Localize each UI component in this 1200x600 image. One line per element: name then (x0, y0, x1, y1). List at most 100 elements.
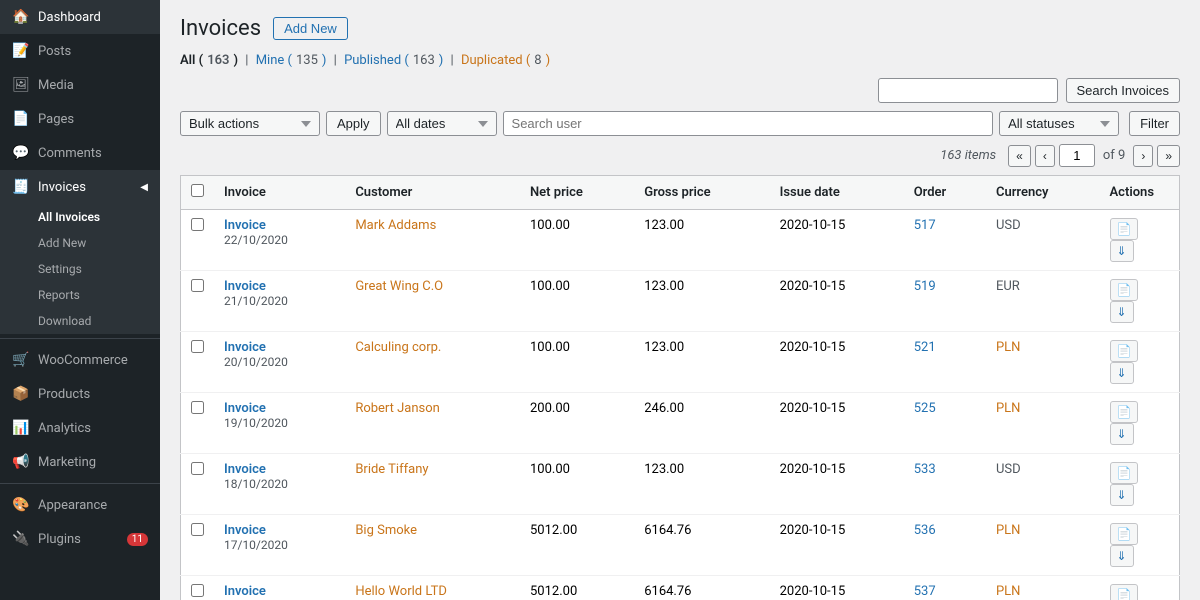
sidebar-item-woocommerce[interactable]: 🛒 WooCommerce (0, 343, 160, 377)
customer-link-0[interactable]: Mark Addams (355, 218, 436, 233)
invoice-link-4[interactable]: Invoice (224, 462, 335, 477)
search-user-input[interactable] (503, 111, 994, 136)
sidebar-item-products[interactable]: 📦 Products (0, 377, 160, 411)
col-invoice[interactable]: Invoice (214, 176, 345, 210)
order-link-3[interactable]: 525 (914, 401, 936, 416)
table-row: Invoice 22/10/2020 Mark Addams 100.00 12… (181, 210, 1180, 271)
customer-link-5[interactable]: Big Smoke (355, 523, 417, 538)
sidebar-sub-reports[interactable]: Reports (0, 282, 160, 308)
sidebar-item-label: Invoices (38, 180, 86, 195)
currency-value-0: USD (996, 218, 1021, 233)
sidebar-sub-settings[interactable]: Settings (0, 256, 160, 282)
all-dates-select[interactable]: All dates (387, 111, 497, 136)
col-order[interactable]: Order (904, 176, 986, 210)
main-content: Invoices Add New All (163) | Mine (135) … (160, 0, 1200, 600)
invoice-link-0[interactable]: Invoice (224, 218, 335, 233)
sidebar-item-posts[interactable]: 📝 Posts (0, 34, 160, 68)
row-checkbox-1[interactable] (191, 279, 204, 292)
sidebar-item-media[interactable]: 🖼 Media (0, 68, 160, 102)
currency-cell-4: USD (986, 454, 1100, 515)
action-view-btn-0[interactable]: 📄 (1110, 218, 1139, 240)
row-checkbox-3[interactable] (191, 401, 204, 414)
first-page-button[interactable]: « (1008, 145, 1031, 167)
customer-link-3[interactable]: Robert Janson (355, 401, 440, 416)
sidebar-sub-add-new[interactable]: Add New (0, 230, 160, 256)
row-checkbox-4[interactable] (191, 462, 204, 475)
invoice-cell: Invoice 19/10/2020 (214, 393, 345, 454)
invoice-link-5[interactable]: Invoice (224, 523, 335, 538)
col-customer[interactable]: Customer (345, 176, 520, 210)
sidebar-item-invoices[interactable]: 🧾 Invoices ◀ (0, 170, 160, 204)
order-link-5[interactable]: 536 (914, 523, 936, 538)
invoice-link-1[interactable]: Invoice (224, 279, 335, 294)
action-view-btn-4[interactable]: 📄 (1110, 462, 1139, 484)
invoice-link-6[interactable]: Invoice (224, 584, 335, 599)
invoice-date-0: 22/10/2020 (224, 233, 288, 247)
action-download-btn-0[interactable]: ⇓ (1110, 240, 1134, 262)
sidebar-item-analytics[interactable]: 📊 Analytics (0, 411, 160, 445)
invoice-cell: Invoice 18/10/2020 (214, 454, 345, 515)
order-link-4[interactable]: 533 (914, 462, 936, 477)
search-invoices-button[interactable]: Search Invoices (1066, 78, 1181, 103)
action-download-btn-3[interactable]: ⇓ (1110, 423, 1134, 445)
sidebar-item-pages[interactable]: 📄 Pages (0, 102, 160, 136)
row-checkbox-6[interactable] (191, 584, 204, 597)
all-invoices-label: All Invoices (38, 210, 100, 224)
issue-date-cell-3: 2020-10-15 (770, 393, 904, 454)
action-download-btn-1[interactable]: ⇓ (1110, 301, 1134, 323)
order-link-1[interactable]: 519 (914, 279, 936, 294)
col-gross-price[interactable]: Gross price (634, 176, 769, 210)
prev-page-button[interactable]: ‹ (1035, 145, 1055, 167)
subnav-mine[interactable]: Mine (135) (256, 53, 327, 68)
order-link-2[interactable]: 521 (914, 340, 936, 355)
customer-link-1[interactable]: Great Wing C.O (355, 279, 443, 294)
invoice-link-2[interactable]: Invoice (224, 340, 335, 355)
customer-link-2[interactable]: Calculing corp. (355, 340, 441, 355)
subnav-all[interactable]: All (163) (180, 53, 238, 68)
action-download-btn-2[interactable]: ⇓ (1110, 362, 1134, 384)
order-link-6[interactable]: 537 (914, 584, 936, 599)
sidebar-sub-all-invoices[interactable]: All Invoices (0, 204, 160, 230)
action-download-btn-4[interactable]: ⇓ (1110, 484, 1134, 506)
filter-button[interactable]: Filter (1129, 111, 1180, 136)
plugins-label: Plugins (38, 532, 81, 547)
select-all-checkbox[interactable] (191, 184, 204, 197)
sidebar-item-plugins[interactable]: 🔌 Plugins 11 (0, 522, 160, 556)
bulk-actions-select[interactable]: Bulk actions (180, 111, 320, 136)
woocommerce-icon: 🛒 (12, 351, 30, 369)
subnav-published[interactable]: Published (163) (344, 53, 443, 68)
action-view-btn-3[interactable]: 📄 (1110, 401, 1139, 423)
action-view-btn-6[interactable]: 📄 (1110, 584, 1139, 600)
action-view-btn-2[interactable]: 📄 (1110, 340, 1139, 362)
gross-price-cell-1: 123.00 (634, 271, 769, 332)
col-currency[interactable]: Currency (986, 176, 1100, 210)
row-checkbox-0[interactable] (191, 218, 204, 231)
customer-link-6[interactable]: Hello World LTD (355, 584, 447, 599)
add-new-button[interactable]: Add New (273, 17, 348, 40)
last-page-button[interactable]: » (1157, 145, 1180, 167)
sidebar-sub-download[interactable]: Download (0, 308, 160, 334)
row-checkbox-5[interactable] (191, 523, 204, 536)
customer-link-4[interactable]: Bride Tiffany (355, 462, 428, 477)
issue-date-cell-6: 2020-10-15 (770, 576, 904, 600)
action-download-btn-5[interactable]: ⇓ (1110, 545, 1134, 567)
col-net-price[interactable]: Net price (520, 176, 634, 210)
action-view-btn-5[interactable]: 📄 (1110, 523, 1139, 545)
sidebar-item-dashboard[interactable]: 🏠 Dashboard (0, 0, 160, 34)
sidebar-item-marketing[interactable]: 📢 Marketing (0, 445, 160, 479)
action-view-btn-1[interactable]: 📄 (1110, 279, 1139, 301)
gross-price-cell-2: 123.00 (634, 332, 769, 393)
subnav-duplicated[interactable]: Duplicated (8) (461, 53, 550, 68)
sidebar-item-appearance[interactable]: 🎨 Appearance (0, 488, 160, 522)
table-row: Invoice 18/10/2020 Bride Tiffany 100.00 … (181, 454, 1180, 515)
row-checkbox-2[interactable] (191, 340, 204, 353)
order-link-0[interactable]: 517 (914, 218, 936, 233)
all-statuses-select[interactable]: All statuses (999, 111, 1119, 136)
search-invoices-input[interactable] (878, 78, 1058, 103)
invoice-link-3[interactable]: Invoice (224, 401, 335, 416)
next-page-button[interactable]: › (1133, 145, 1153, 167)
col-issue-date[interactable]: Issue date (770, 176, 904, 210)
apply-button[interactable]: Apply (326, 111, 381, 136)
sidebar-item-comments[interactable]: 💬 Comments (0, 136, 160, 170)
current-page-input[interactable]: 1 (1059, 144, 1095, 167)
